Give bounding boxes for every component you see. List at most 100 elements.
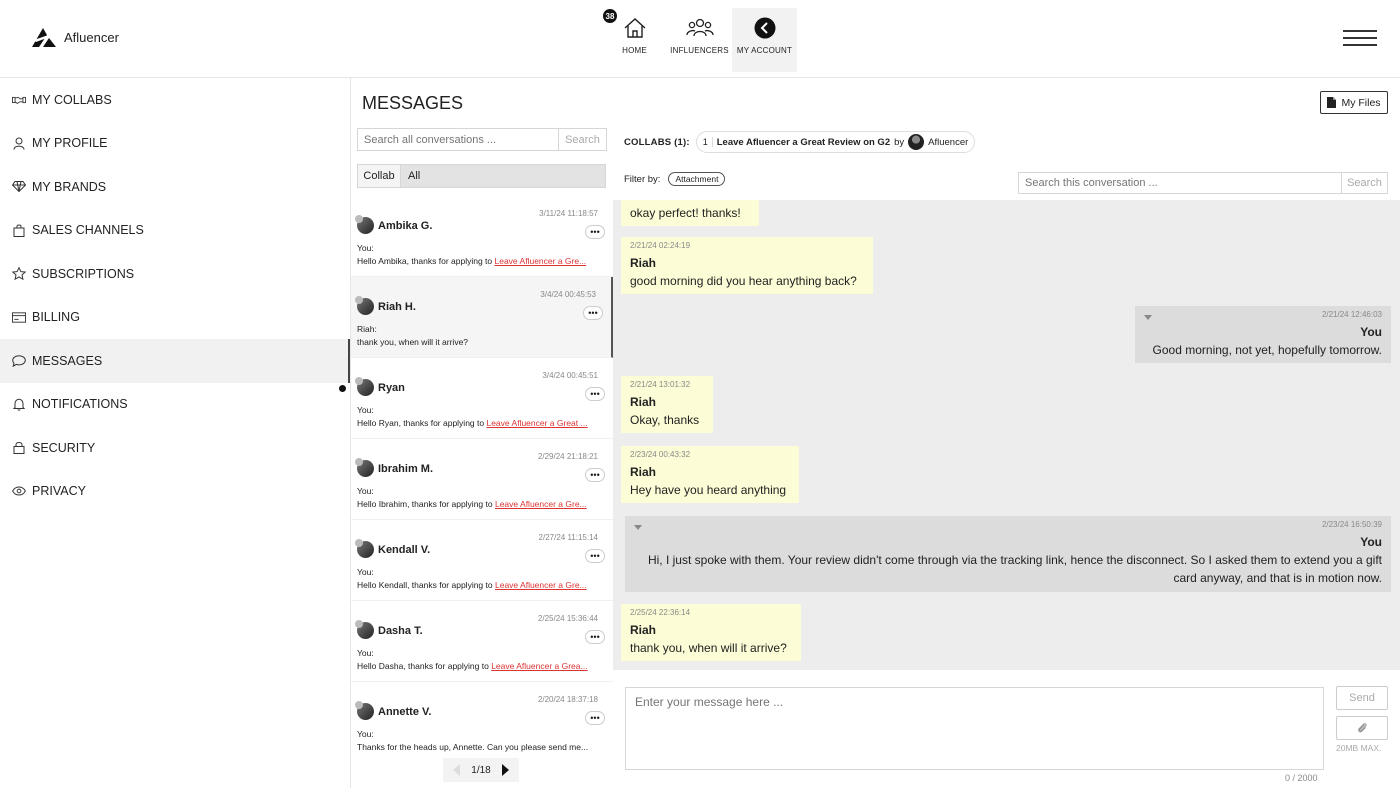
collab-link[interactable]: Leave Afluencer a Great ...: [486, 418, 587, 428]
more-options-button[interactable]: •••: [585, 711, 605, 725]
nav-home[interactable]: 38 HOME: [602, 8, 667, 72]
conversation-header: Dasha T.: [355, 620, 607, 639]
search-this-conversation-button[interactable]: Search: [1342, 172, 1388, 194]
message-time: 2/21/24 13:01:32: [630, 380, 691, 389]
list-item[interactable]: 2/20/24 18:37:18 Annette V. ••• You: Thanks …: [351, 682, 613, 756]
resize-handle-dot[interactable]: [339, 385, 346, 392]
conversation-name: Annette V.: [378, 705, 432, 718]
sidebar-item-notifications[interactable]: NOTIFICATIONS: [0, 383, 350, 427]
conversation-snippet: Hello Dasha, thanks for applying to Leav…: [357, 661, 607, 671]
send-button[interactable]: Send: [1336, 686, 1388, 710]
sidebar-item-my-brands[interactable]: MY BRANDS: [0, 165, 350, 209]
sidebar-item-sales-channels[interactable]: SALES CHANNELS: [0, 209, 350, 253]
message-text: good morning did you hear anything back?: [630, 274, 857, 288]
sent-message-bubble: 2/23/24 16:50:39 You Hi, I just spoke with…: [625, 516, 1391, 592]
brand-logo[interactable]: Afluencer: [30, 26, 119, 48]
list-item[interactable]: 2/27/24 11:15:14 Kendall V. ••• You: Hello K…: [351, 520, 613, 601]
conversation-time: 2/25/24 15:36:44: [537, 614, 598, 623]
prev-page-icon[interactable]: [453, 764, 461, 776]
message-sender: You: [1360, 535, 1382, 549]
conversation-snippet: Hello Ambika, thanks for applying to Lea…: [357, 256, 607, 266]
collab-filter-select[interactable]: Collab All: [357, 164, 606, 188]
attach-file-button[interactable]: [1336, 716, 1388, 740]
sidebar-item-subscriptions[interactable]: SUBSCRIPTIONS: [0, 252, 350, 296]
received-message-bubble: 2/25/24 22:36:14 Riah thank you, when will…: [621, 604, 801, 661]
conversation-header: Kendall V.: [355, 539, 607, 558]
sidebar-item-label: MESSAGES: [32, 353, 103, 368]
nav-label-my-account: MY ACCOUNT: [736, 46, 793, 55]
list-item[interactable]: 2/25/24 15:36:44 Dasha T. ••• You: Hello Das…: [351, 601, 613, 682]
conversation-time: 2/20/24 18:37:18: [537, 695, 598, 704]
snippet-text: Thanks for the heads up, Annette. Can yo…: [357, 742, 589, 752]
sidebar-item-my-profile[interactable]: MY PROFILE: [0, 122, 350, 166]
list-item[interactable]: 3/4/24 00:45:53 Riah H. ••• Riah: thank you,…: [351, 277, 613, 358]
conversation-sender: You:: [357, 405, 374, 415]
next-page-icon[interactable]: [501, 764, 509, 776]
received-message-bubble: 2/21/24 02:24:19 Riah good morning did you…: [621, 237, 873, 294]
my-files-label: My Files: [1341, 96, 1381, 109]
message-thread[interactable]: okay perfect! thanks! 2/21/24 02:24:19 Ria…: [613, 200, 1400, 670]
collab-link[interactable]: Leave Afluencer a Gre...: [495, 256, 587, 266]
sent-message-bubble: 2/21/24 12:46:03 You Good morning, not yet…: [1135, 306, 1391, 363]
user-icon: [12, 136, 26, 150]
list-item[interactable]: 2/29/24 21:18:21 Ibrahim M. ••• You: Hello I…: [351, 439, 613, 520]
top-header: Afluencer 38 HOME INFLUENCERS MY ACCOUNT: [0, 0, 1400, 78]
conversation-sender: Riah:: [357, 324, 377, 334]
collab-link[interactable]: Leave Afluencer a Grea...: [491, 661, 587, 671]
pagination: 1/18: [443, 758, 519, 782]
back-arrow-icon: [754, 17, 775, 39]
list-item[interactable]: 3/4/24 00:45:51 Ryan ••• You: Hello Ryan, th…: [351, 358, 613, 439]
chat-bubble-icon: [12, 354, 26, 368]
sidebar-item-my-collabs[interactable]: MY COLLABS: [0, 78, 350, 122]
sidebar-item-messages[interactable]: MESSAGES: [0, 339, 350, 383]
message-text: Hi, I just spoke with them. Your review …: [647, 553, 1382, 585]
message-input[interactable]: [625, 687, 1324, 770]
attachment-filter-chip[interactable]: Attachment: [668, 172, 726, 186]
message-sender: Riah: [630, 623, 657, 637]
snippet-text: Hello Kendall, thanks for applying to: [357, 580, 495, 590]
nav-my-account[interactable]: MY ACCOUNT: [732, 8, 797, 72]
conversation-snippet: Thanks for the heads up, Annette. Can yo…: [357, 742, 607, 752]
collab-number: 1: [703, 137, 713, 147]
received-message-bubble: okay perfect! thanks!: [621, 200, 759, 226]
collab-filter-value[interactable]: All: [401, 165, 605, 187]
message-menu-caret-icon[interactable]: [1144, 315, 1152, 320]
brand-name: Afluencer: [64, 29, 119, 45]
more-options-button[interactable]: •••: [585, 549, 605, 563]
received-message-bubble: 2/21/24 13:01:32 Riah Okay, thanks: [621, 376, 713, 433]
collab-chip[interactable]: 1 Leave Afluencer a Great Review on G2 b…: [695, 131, 976, 153]
conversation-time: 2/29/24 21:18:21: [537, 452, 598, 461]
conversation-sender: You:: [357, 729, 374, 739]
snippet-text: Hello Dasha, thanks for applying to: [357, 661, 492, 671]
more-options-button[interactable]: •••: [585, 225, 605, 239]
sidebar-item-label: MY BRANDS: [32, 179, 107, 194]
collab-link[interactable]: Leave Afluencer a Gre...: [495, 580, 587, 590]
message-menu-caret-icon[interactable]: [634, 525, 642, 530]
more-options-button[interactable]: •••: [583, 306, 603, 320]
handshake-icon: [12, 93, 26, 107]
message-text: Okay, thanks: [630, 413, 700, 427]
more-options-button[interactable]: •••: [585, 468, 605, 482]
nav-influencers[interactable]: INFLUENCERS: [667, 8, 732, 72]
star-icon: [12, 267, 26, 281]
bell-icon: [12, 397, 26, 411]
sidebar-item-billing[interactable]: BILLING: [0, 296, 350, 340]
received-message-bubble: 2/23/24 00:43:32 Riah Hey have you heard a…: [621, 446, 799, 503]
collab-link[interactable]: Leave Afluencer a Gre...: [495, 499, 587, 509]
search-conversations-input[interactable]: [357, 128, 559, 151]
message-text: okay perfect! thanks!: [630, 206, 741, 220]
sidebar-item-security[interactable]: SECURITY: [0, 426, 350, 470]
hamburger-menu-icon[interactable]: [1343, 30, 1377, 48]
sidebar-item-label: NOTIFICATIONS: [32, 397, 128, 412]
my-files-button[interactable]: My Files: [1320, 91, 1388, 114]
conversation-sender: You:: [357, 648, 374, 658]
search-conversations-button[interactable]: Search: [559, 128, 607, 151]
more-options-button[interactable]: •••: [585, 630, 605, 644]
sidebar-item-privacy[interactable]: PRIVACY: [0, 470, 350, 514]
more-options-button[interactable]: •••: [585, 387, 605, 401]
filter-by-row: Filter by: Attachment: [624, 172, 726, 186]
list-item[interactable]: 3/11/24 11:18:57 Ambika G. ••• You: Hello Am…: [351, 196, 613, 277]
search-this-conversation-input[interactable]: [1018, 172, 1342, 194]
message-text: Good morning, not yet, hopefully tomorro…: [1152, 343, 1382, 357]
conversation-snippet: Hello Ryan, thanks for applying to Leave…: [357, 418, 607, 428]
